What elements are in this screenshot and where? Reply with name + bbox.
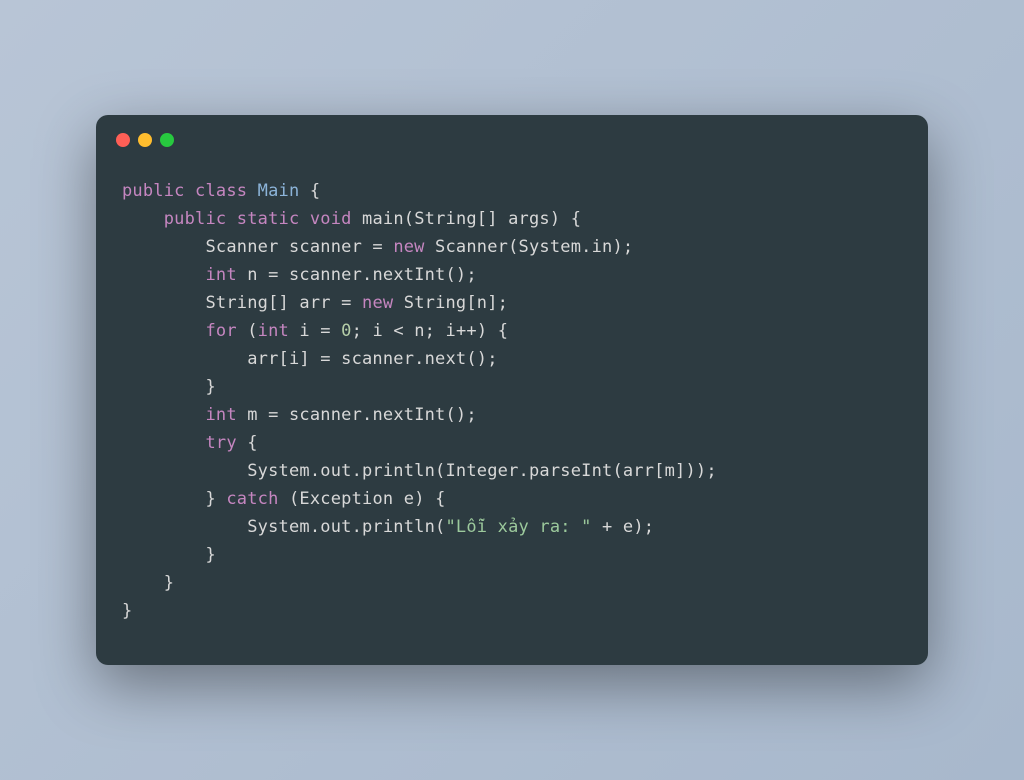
- code-token: try: [205, 433, 236, 453]
- code-window: public class Main { public static void m…: [96, 115, 928, 666]
- code-token: int: [258, 321, 289, 341]
- code-token: {: [237, 433, 258, 453]
- code-token: main(String[] args) {: [352, 209, 582, 229]
- code-token: m = scanner.nextInt();: [237, 405, 477, 425]
- code-token: (Exception e) {: [279, 489, 446, 509]
- close-icon[interactable]: [116, 133, 130, 147]
- code-token: public: [164, 209, 227, 229]
- code-token: static: [237, 209, 300, 229]
- code-token: for: [205, 321, 236, 341]
- code-token: ; i < n; i++) {: [352, 321, 509, 341]
- code-token: System.out.println(: [122, 517, 445, 537]
- code-token: [185, 181, 195, 201]
- code-token: Main: [258, 181, 300, 201]
- code-token: [247, 181, 257, 201]
- code-token: }: [122, 573, 174, 593]
- code-token: [122, 265, 205, 285]
- code-token: }: [122, 601, 132, 621]
- code-token: Scanner scanner =: [122, 237, 393, 257]
- code-token: i =: [289, 321, 341, 341]
- code-token: {: [299, 181, 320, 201]
- code-token: [122, 433, 205, 453]
- code-token: }: [122, 545, 216, 565]
- code-token: n = scanner.nextInt();: [237, 265, 477, 285]
- window-titlebar: [96, 115, 928, 147]
- code-token: }: [122, 377, 216, 397]
- code-token: new: [393, 237, 424, 257]
- code-token: int: [205, 265, 236, 285]
- code-token: }: [122, 489, 226, 509]
- code-token: String[] arr =: [122, 293, 362, 313]
- code-token: (: [237, 321, 258, 341]
- code-token: String[n];: [393, 293, 508, 313]
- code-token: new: [362, 293, 393, 313]
- code-token: 0: [341, 321, 351, 341]
- code-token: [122, 209, 164, 229]
- code-token: public: [122, 181, 185, 201]
- minimize-icon[interactable]: [138, 133, 152, 147]
- code-token: [226, 209, 236, 229]
- code-token: int: [205, 405, 236, 425]
- code-token: class: [195, 181, 247, 201]
- code-token: catch: [226, 489, 278, 509]
- code-token: + e);: [592, 517, 655, 537]
- code-token: System.out.println(Integer.parseInt(arr[…: [122, 461, 717, 481]
- code-editor[interactable]: public class Main { public static void m…: [96, 147, 928, 666]
- code-token: "Lỗi xảy ra: ": [445, 517, 591, 537]
- maximize-icon[interactable]: [160, 133, 174, 147]
- code-token: [122, 405, 205, 425]
- code-token: [299, 209, 309, 229]
- code-token: [122, 321, 205, 341]
- code-token: void: [310, 209, 352, 229]
- code-token: arr[i] = scanner.next();: [122, 349, 498, 369]
- code-token: Scanner(System.in);: [425, 237, 634, 257]
